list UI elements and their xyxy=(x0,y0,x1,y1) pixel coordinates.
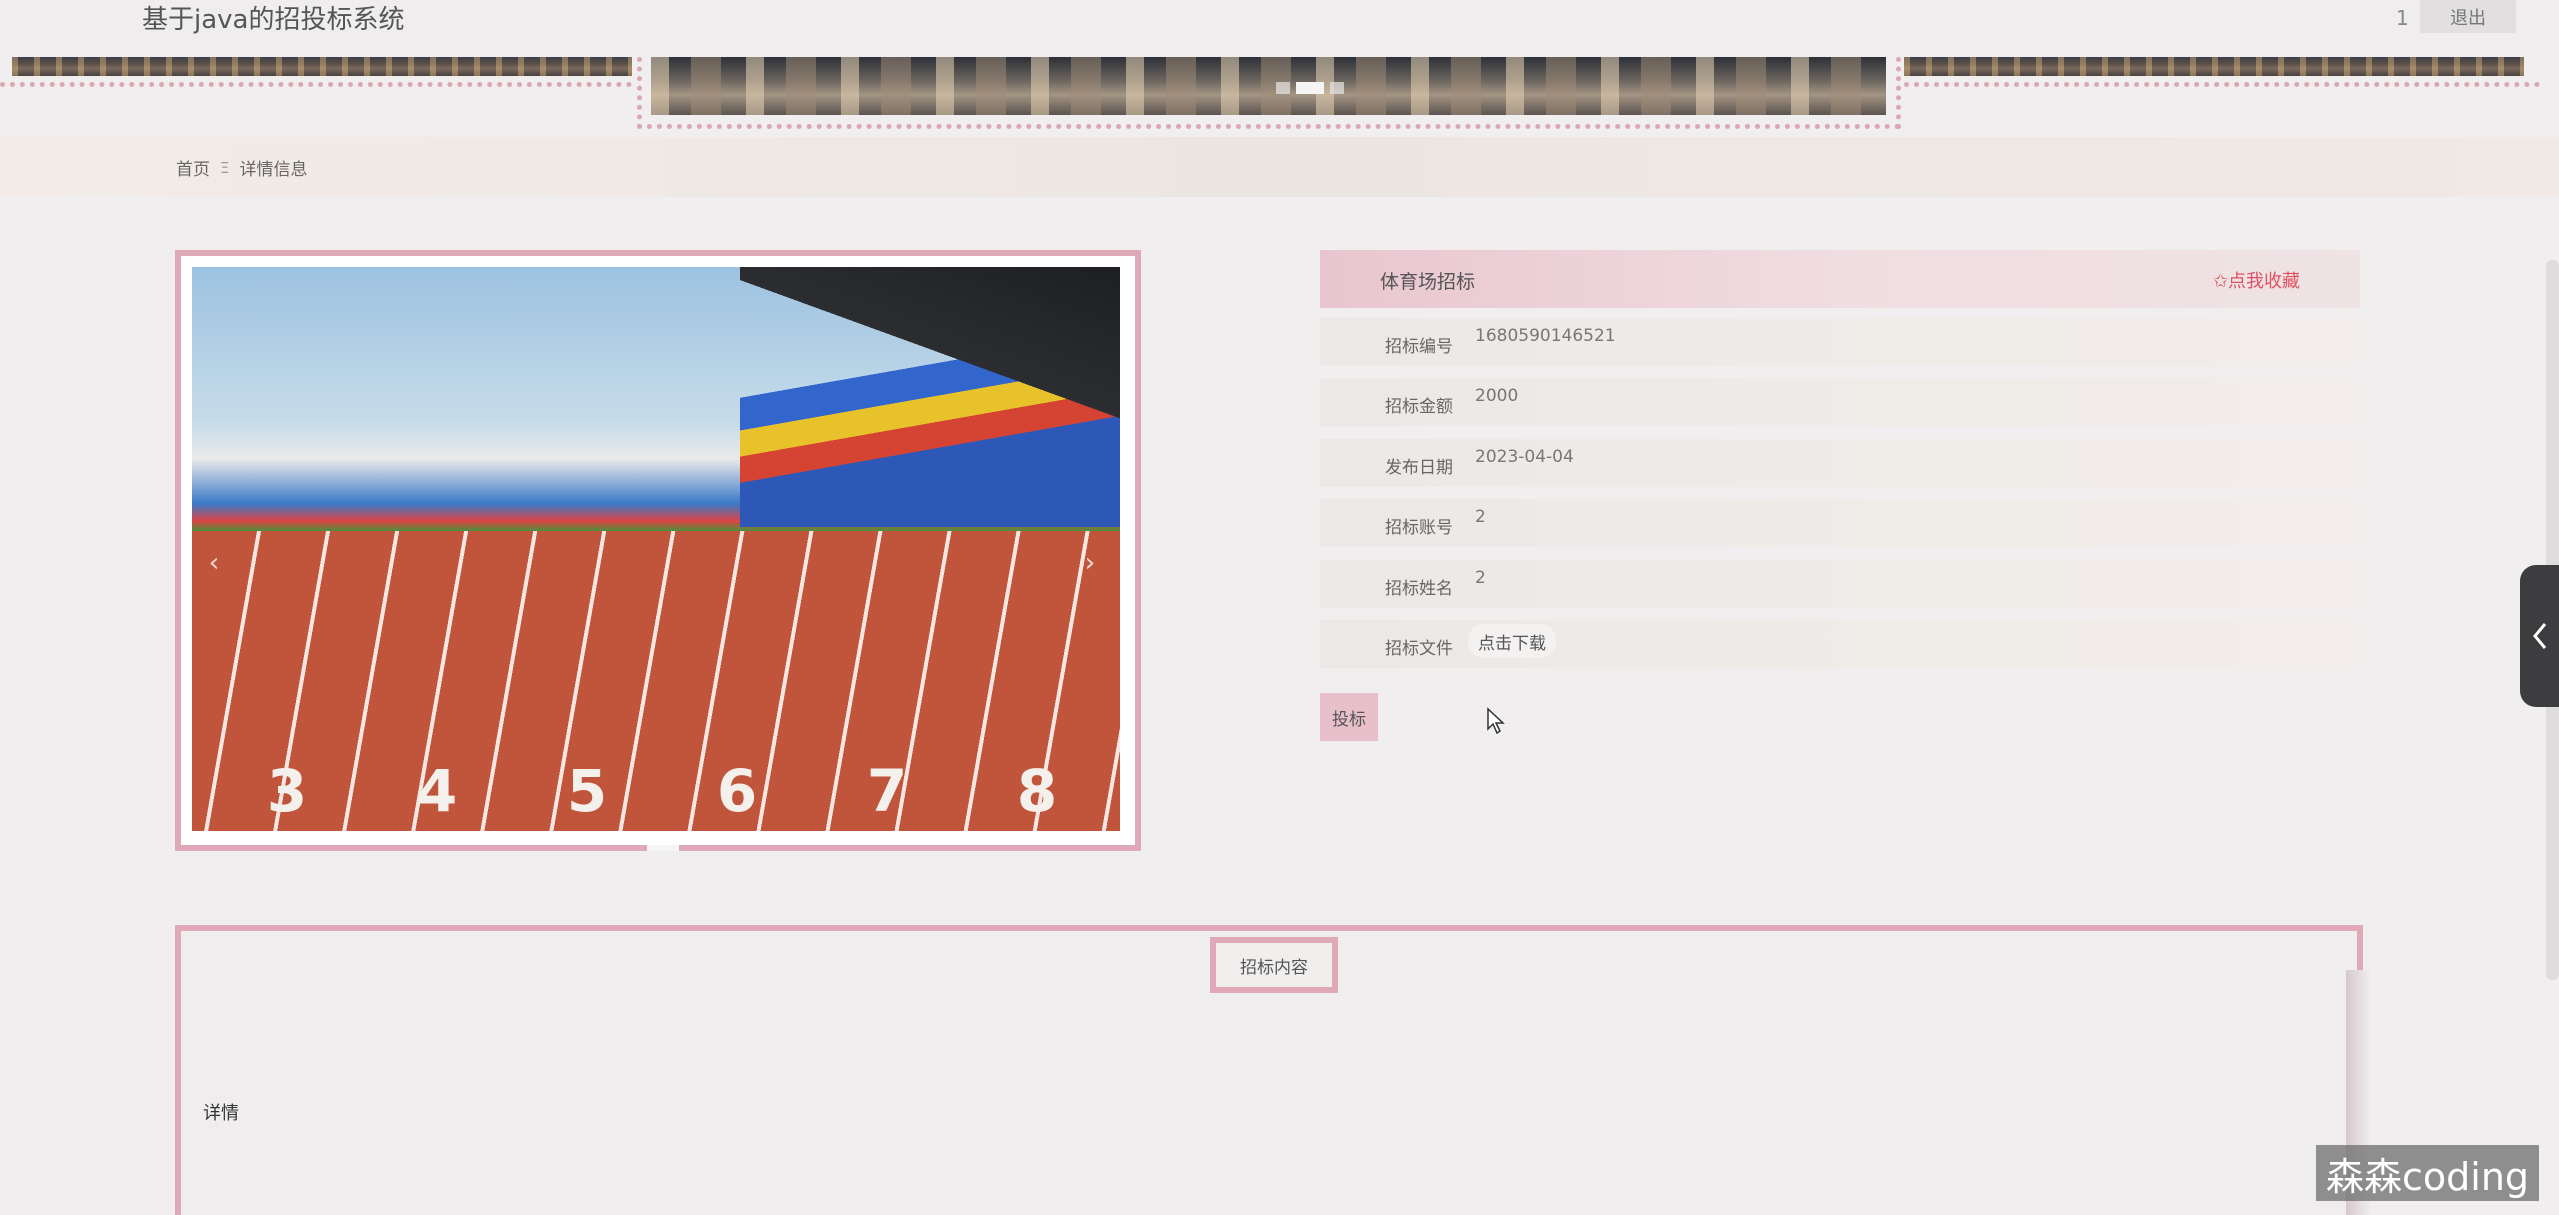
tab-tender-content[interactable]: 招标内容 xyxy=(1210,937,1338,993)
info-row-tender-amount: 招标金额 2000 xyxy=(1320,378,2360,426)
info-label: 招标文件 xyxy=(1385,639,1453,659)
breadcrumb-separator: Ξ xyxy=(220,158,230,177)
tender-content-section: 招标内容 详情 xyxy=(175,925,2363,1215)
banner-indicators xyxy=(1276,82,1344,94)
info-value: 2023-04-04 xyxy=(1475,447,1574,467)
info-value: 2 xyxy=(1475,507,1486,527)
chevron-left-icon[interactable]: ‹ xyxy=(202,547,226,579)
logout-button[interactable]: 退出 xyxy=(2420,0,2516,33)
breadcrumb: 首页 Ξ 详情信息 xyxy=(176,155,308,181)
banner-dotted-border-right xyxy=(1904,82,2540,87)
info-label: 招标编号 xyxy=(1385,337,1453,357)
info-label: 招标金额 xyxy=(1385,397,1453,417)
detail-title: 体育场招标 xyxy=(1380,271,1476,293)
info-row-tender-file: 招标文件 点击下载 xyxy=(1320,620,2360,668)
lane-number: 4 xyxy=(416,757,458,825)
info-row-tender-number: 招标编号 1680590146521 xyxy=(1320,318,2360,366)
banner-slide-next xyxy=(1904,57,2524,76)
info-row-tender-name: 招标姓名 2 xyxy=(1320,560,2360,608)
download-button[interactable]: 点击下载 xyxy=(1468,624,1556,658)
banner-slide-prev xyxy=(12,57,632,76)
bid-button[interactable]: 投标 xyxy=(1320,693,1378,741)
breadcrumb-current: 详情信息 xyxy=(239,160,308,180)
stadium-photo: 3 4 5 6 7 8 ‹ › xyxy=(192,267,1120,831)
image-gallery: 3 4 5 6 7 8 ‹ › xyxy=(175,250,1141,851)
content-body: 详情 xyxy=(203,1103,239,1124)
info-value: 2 xyxy=(1475,568,1486,588)
info-value: 1680590146521 xyxy=(1475,326,1616,346)
stadium-stand xyxy=(740,267,1120,527)
banner-indicator[interactable] xyxy=(1330,82,1344,94)
info-row-publish-date: 发布日期 2023-04-04 xyxy=(1320,439,2360,487)
info-label: 招标姓名 xyxy=(1385,579,1453,599)
chevron-left-icon xyxy=(2532,623,2546,649)
chevron-right-icon[interactable]: › xyxy=(1078,547,1102,579)
lane-number: 7 xyxy=(866,757,908,825)
info-row-tender-account: 招标账号 2 xyxy=(1320,499,2360,547)
lane-number: 8 xyxy=(1016,757,1058,825)
banner-dotted-border-left xyxy=(0,82,632,87)
top-header: 基于java的招投标系统 1 退出 xyxy=(0,0,2559,57)
favorite-link[interactable]: ✩点我收藏 xyxy=(2213,267,2300,293)
banner-slide-current xyxy=(651,57,1886,115)
lane-number: 6 xyxy=(716,757,758,825)
gallery-indicator[interactable] xyxy=(647,845,679,851)
side-panel-toggle[interactable] xyxy=(2520,565,2559,707)
site-title: 基于java的招投标系统 xyxy=(142,5,405,35)
lane-numbers: 3 4 5 6 7 8 xyxy=(212,757,1112,825)
banner-indicator[interactable] xyxy=(1276,82,1290,94)
user-id[interactable]: 1 xyxy=(2396,4,2409,32)
lane-number: 5 xyxy=(566,757,608,825)
info-label: 招标账号 xyxy=(1385,518,1453,538)
banner-indicator-active[interactable] xyxy=(1296,82,1324,94)
info-label: 发布日期 xyxy=(1385,458,1453,478)
breadcrumb-home[interactable]: 首页 xyxy=(176,155,210,180)
banner-carousel[interactable] xyxy=(0,57,2540,137)
detail-title-bar: 体育场招标 ✩点我收藏 xyxy=(1320,250,2360,308)
mouse-cursor-icon xyxy=(1487,707,1505,735)
breadcrumb-strip: 首页 Ξ 详情信息 xyxy=(0,137,2559,197)
info-value: 2000 xyxy=(1475,386,1519,406)
lane-number: 3 xyxy=(266,757,308,825)
watermark: 森森coding xyxy=(2316,1145,2540,1201)
